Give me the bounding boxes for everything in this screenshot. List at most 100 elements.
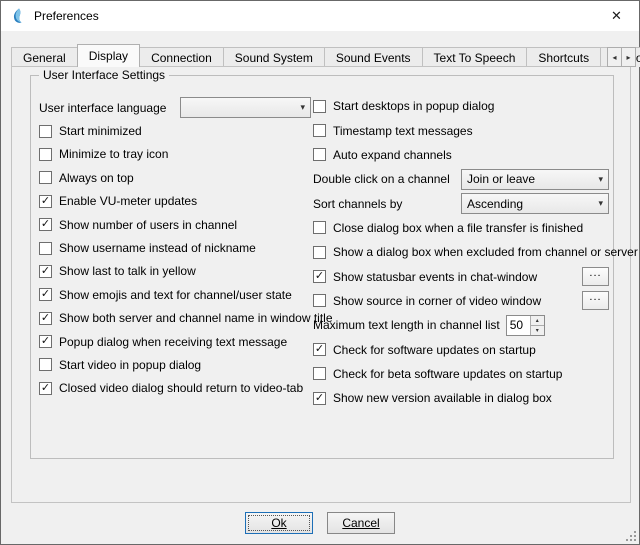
combo-value: Ascending [467, 197, 523, 211]
checkbox-label[interactable]: Minimize to tray icon [59, 147, 168, 161]
checkbox[interactable]: ✓ [39, 265, 52, 278]
spin-up-icon[interactable]: ▴ [530, 316, 544, 326]
video-source-more-button[interactable]: ... [582, 291, 609, 310]
tab-label: Sound System [235, 51, 313, 65]
close-button[interactable]: ✕ [594, 1, 639, 30]
tab-bar: General Display Connection Sound System … [11, 45, 629, 67]
sort-channels-label: Sort channels by [313, 197, 402, 211]
checkbox-label[interactable]: Show emojis and text for channel/user st… [59, 288, 292, 302]
tab-scroll-left-icon[interactable]: ◂ [607, 47, 622, 67]
language-row: User interface language ▾ [39, 96, 311, 119]
tab-label: Shortcuts [538, 51, 589, 65]
tab-sound-events[interactable]: Sound Events [324, 47, 423, 67]
checkbox[interactable] [39, 148, 52, 161]
checkbox-label[interactable]: Always on top [59, 171, 134, 185]
checkbox[interactable] [313, 124, 326, 137]
checkbox[interactable] [313, 246, 326, 259]
checkbox-label[interactable]: Show new version available in dialog box [333, 391, 552, 405]
checkbox-row: ✓ Show number of users in channel [39, 213, 311, 236]
checkbox[interactable]: ✓ [39, 335, 52, 348]
resize-grip[interactable] [625, 530, 637, 542]
checkbox[interactable]: ✓ [313, 343, 326, 356]
tab-scroll-buttons: ◂ ▸ [607, 47, 636, 67]
checkbox[interactable] [313, 294, 326, 307]
sort-channels-row: Sort channels by Ascending ▾ [313, 191, 609, 215]
checkbox[interactable] [39, 242, 52, 255]
checkbox[interactable]: ✓ [39, 312, 52, 325]
right-column: Start desktops in popup dialog Timestamp… [313, 94, 609, 410]
checkbox-label[interactable]: Show a dialog box when excluded from cha… [333, 245, 638, 259]
checkbox-row: Show a dialog box when excluded from cha… [313, 240, 609, 264]
checkbox[interactable] [313, 148, 326, 161]
checkbox-row: Show username instead of nickname [39, 236, 311, 259]
tab-label: Connection [151, 51, 212, 65]
checkbox-row: Always on top [39, 166, 311, 189]
sort-channels-combobox[interactable]: Ascending ▾ [461, 193, 609, 214]
tab-scroll-right-icon[interactable]: ▸ [621, 47, 636, 67]
statusbar-events-row: ✓ Show statusbar events in chat-window .… [313, 264, 609, 288]
combo-value: Join or leave [467, 172, 535, 186]
double-click-combobox[interactable]: Join or leave ▾ [461, 169, 609, 190]
tab-connection[interactable]: Connection [139, 47, 224, 67]
user-interface-settings-group: User Interface Settings User interface l… [30, 75, 614, 459]
checkbox-label[interactable]: Close dialog box when a file transfer is… [333, 221, 583, 235]
checkbox-row: ✓ Closed video dialog should return to vi… [39, 377, 311, 400]
checkbox-row: Start video in popup dialog [39, 353, 311, 376]
statusbar-events-more-button[interactable]: ... [582, 267, 609, 286]
checkbox[interactable]: ✓ [39, 382, 52, 395]
spin-down-icon[interactable]: ▾ [530, 326, 544, 335]
checkbox-row: Start minimized [39, 119, 311, 142]
checkbox-label[interactable]: Show number of users in channel [59, 218, 237, 232]
checkbox[interactable] [39, 125, 52, 138]
checkbox-label[interactable]: Start minimized [59, 124, 142, 138]
ok-button[interactable]: Ok [245, 512, 313, 534]
checkbox-label[interactable]: Show last to talk in yellow [59, 264, 196, 278]
checkbox-label[interactable]: Start desktops in popup dialog [333, 99, 494, 113]
checkbox-label[interactable]: Check for beta software updates on start… [333, 367, 562, 381]
chevron-down-icon: ▾ [300, 102, 305, 113]
double-click-row: Double click on a channel Join or leave … [313, 167, 609, 191]
ok-button-label: Ok [271, 516, 286, 530]
tab-sound-system[interactable]: Sound System [223, 47, 325, 67]
checkbox[interactable] [313, 100, 326, 113]
checkbox-label[interactable]: Auto expand channels [333, 148, 452, 162]
cancel-button[interactable]: Cancel [327, 512, 395, 534]
checkbox[interactable]: ✓ [39, 218, 52, 231]
checkbox-row: Minimize to tray icon [39, 143, 311, 166]
app-icon [10, 8, 26, 24]
checkbox-label[interactable]: Start video in popup dialog [59, 358, 201, 372]
preferences-dialog: Preferences ✕ General Display Connection… [0, 0, 640, 545]
language-combobox[interactable]: ▾ [180, 97, 311, 118]
checkbox-row: ✓ Enable VU-meter updates [39, 190, 311, 213]
checkbox-label[interactable]: Show both server and channel name in win… [59, 311, 333, 325]
checkbox[interactable] [313, 367, 326, 380]
tab-shortcuts[interactable]: Shortcuts [526, 47, 601, 67]
checkbox[interactable]: ✓ [313, 270, 326, 283]
checkbox[interactable] [313, 221, 326, 234]
checkbox-label[interactable]: Closed video dialog should return to vid… [59, 381, 303, 395]
checkbox-label[interactable]: Check for software updates on startup [333, 343, 536, 357]
checkbox-label[interactable]: Show statusbar events in chat-window [333, 270, 537, 284]
checkbox-label[interactable]: Timestamp text messages [333, 124, 473, 138]
checkbox-row: ✓Show both server and channel name in wi… [39, 307, 311, 330]
checkbox-row: ✓ Show emojis and text for channel/user s… [39, 283, 311, 306]
tab-text-to-speech[interactable]: Text To Speech [422, 47, 528, 67]
checkbox-row: ✓ Popup dialog when receiving text messag… [39, 330, 311, 353]
max-text-length-spinner[interactable]: 50 ▴ ▾ [506, 315, 545, 336]
checkbox[interactable]: ✓ [313, 392, 326, 405]
checkbox-row: Close dialog box when a file transfer is… [313, 216, 609, 240]
tab-display[interactable]: Display [77, 44, 140, 67]
checkbox-label[interactable]: Show username instead of nickname [59, 241, 256, 255]
checkbox[interactable]: ✓ [39, 288, 52, 301]
tab-general[interactable]: General [11, 47, 78, 67]
checkbox-label[interactable]: Enable VU-meter updates [59, 194, 197, 208]
checkbox[interactable] [39, 171, 52, 184]
dialog-buttons: Ok Cancel [1, 512, 639, 534]
checkbox-label[interactable]: Popup dialog when receiving text message [59, 335, 287, 349]
checkbox[interactable]: ✓ [39, 195, 52, 208]
checkbox[interactable] [39, 358, 52, 371]
tab-label: Text To Speech [434, 51, 516, 65]
video-source-row: Show source in corner of video window ..… [313, 289, 609, 313]
checkbox-label[interactable]: Show source in corner of video window [333, 294, 541, 308]
max-text-length-label: Maximum text length in channel list [313, 318, 500, 332]
